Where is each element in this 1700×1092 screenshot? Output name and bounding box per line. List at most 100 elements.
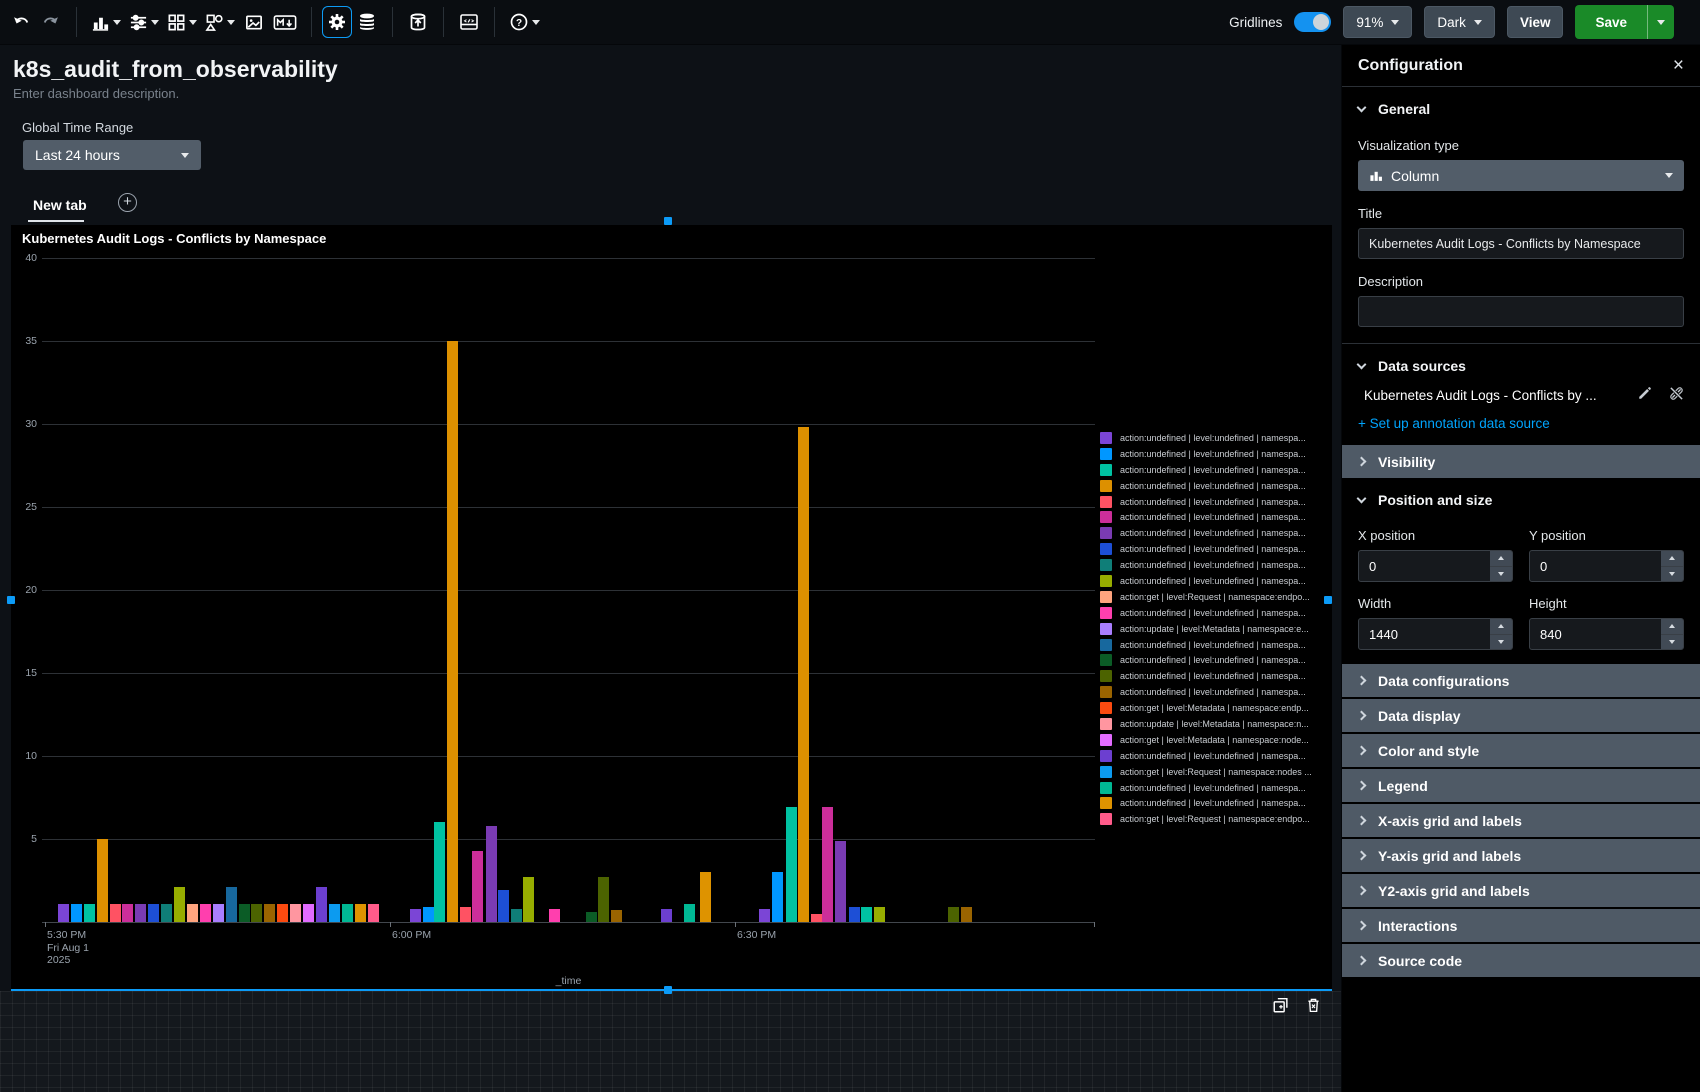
decrement-button[interactable] <box>1661 635 1683 650</box>
legend-item[interactable]: action:get | level:Request | namespace:n… <box>1100 764 1312 780</box>
selection-handle-right[interactable] <box>1324 596 1332 604</box>
bar[interactable] <box>226 887 237 922</box>
bar[interactable] <box>174 887 185 922</box>
legend-item[interactable]: action:undefined | level:undefined | nam… <box>1100 430 1312 446</box>
bar[interactable] <box>316 887 327 922</box>
add-image-icon[interactable] <box>239 6 269 38</box>
increment-button[interactable] <box>1490 619 1512 634</box>
config-section-data-sources[interactable]: Data sources <box>1342 344 1700 380</box>
bar[interactable] <box>423 907 434 922</box>
theme-select[interactable]: Dark <box>1424 6 1495 38</box>
legend-item[interactable]: action:get | level:Request | namespace:e… <box>1100 589 1312 605</box>
upload-data-icon[interactable] <box>403 6 433 38</box>
bar[interactable] <box>472 851 483 922</box>
increment-button[interactable] <box>1490 551 1512 566</box>
legend-item[interactable]: action:undefined | level:undefined | nam… <box>1100 795 1312 811</box>
time-range-dropdown[interactable]: Last 24 hours <box>23 140 201 170</box>
bar[interactable] <box>772 872 783 922</box>
undo-icon[interactable] <box>6 6 36 38</box>
bar[interactable] <box>213 904 224 922</box>
add-tab-button[interactable]: + <box>118 193 137 212</box>
save-button[interactable]: Save <box>1575 5 1674 39</box>
redo-icon[interactable] <box>36 6 66 38</box>
bar[interactable] <box>861 907 872 922</box>
config-section-general[interactable]: General <box>1342 87 1700 123</box>
bar[interactable] <box>303 904 314 922</box>
bar[interactable] <box>239 904 250 922</box>
dashboard-title[interactable]: k8s_audit_from_observability <box>13 56 338 83</box>
bar[interactable] <box>368 904 379 922</box>
bar[interactable] <box>849 907 860 922</box>
width-stepper[interactable]: 1440 <box>1358 618 1513 650</box>
bar[interactable] <box>700 872 711 922</box>
bar[interactable] <box>135 904 146 922</box>
data-source-row[interactable]: Kubernetes Audit Logs - Conflicts by ... <box>1364 386 1684 404</box>
legend-item[interactable]: action:get | level:Request | namespace:e… <box>1100 811 1312 827</box>
bar[interactable] <box>523 877 534 922</box>
legend-item[interactable]: action:undefined | level:undefined | nam… <box>1100 573 1312 589</box>
bar[interactable] <box>798 427 809 922</box>
bar[interactable] <box>290 904 301 922</box>
legend-item[interactable]: action:undefined | level:undefined | nam… <box>1100 668 1312 684</box>
bar[interactable] <box>187 904 198 922</box>
legend-item[interactable]: action:undefined | level:undefined | nam… <box>1100 557 1312 573</box>
close-icon[interactable]: × <box>1673 56 1684 75</box>
viz-type-dropdown[interactable]: Column <box>1358 160 1684 191</box>
bar[interactable] <box>200 904 211 922</box>
bar[interactable] <box>598 877 609 922</box>
add-markdown-icon[interactable] <box>269 6 301 38</box>
height-stepper[interactable]: 840 <box>1529 618 1684 650</box>
bar[interactable] <box>759 909 770 922</box>
bar[interactable] <box>498 890 509 922</box>
bar[interactable] <box>122 904 133 922</box>
bar[interactable] <box>251 904 262 922</box>
bar[interactable] <box>511 909 522 922</box>
bar[interactable] <box>460 907 471 922</box>
bar[interactable] <box>611 910 622 922</box>
x-position-stepper[interactable]: 0 <box>1358 550 1513 582</box>
config-section-data-configurations[interactable]: Data configurations <box>1342 664 1700 697</box>
setup-annotation-link[interactable]: + Set up annotation data source <box>1358 416 1684 431</box>
bar[interactable] <box>684 904 695 922</box>
gridlines-toggle[interactable] <box>1294 12 1331 32</box>
legend-item[interactable]: action:get | level:Metadata | namespace:… <box>1100 700 1312 716</box>
title-input[interactable]: Kubernetes Audit Logs - Conflicts by Nam… <box>1358 228 1684 259</box>
save-label[interactable]: Save <box>1575 5 1647 39</box>
description-input[interactable] <box>1358 296 1684 327</box>
bar[interactable] <box>486 826 497 922</box>
bar[interactable] <box>161 904 172 922</box>
selection-handle-bottom[interactable] <box>664 986 672 994</box>
bar[interactable] <box>822 807 833 922</box>
config-section-y2-axis-grid-and-labels[interactable]: Y2-axis grid and labels <box>1342 874 1700 907</box>
config-section-color-and-style[interactable]: Color and style <box>1342 734 1700 767</box>
legend-item[interactable]: action:undefined | level:undefined | nam… <box>1100 605 1312 621</box>
bar[interactable] <box>811 914 822 922</box>
delete-panel-icon[interactable] <box>1305 996 1322 1019</box>
bar[interactable] <box>329 904 340 922</box>
bar[interactable] <box>447 341 458 922</box>
legend-item[interactable]: action:update | level:Metadata | namespa… <box>1100 621 1312 637</box>
increment-button[interactable] <box>1661 619 1683 634</box>
legend-item[interactable]: action:undefined | level:undefined | nam… <box>1100 462 1312 478</box>
legend-item[interactable]: action:undefined | level:undefined | nam… <box>1100 652 1312 668</box>
canvas-grid[interactable] <box>0 991 1341 1092</box>
legend-item[interactable]: action:undefined | level:undefined | nam… <box>1100 446 1312 462</box>
bar[interactable] <box>786 807 797 922</box>
legend-item[interactable]: action:update | level:Metadata | namespa… <box>1100 716 1312 732</box>
dashboard-description-placeholder[interactable]: Enter dashboard description. <box>13 86 179 101</box>
data-sources-icon[interactable] <box>352 6 382 38</box>
legend-item[interactable]: action:get | level:Metadata | namespace:… <box>1100 732 1312 748</box>
unlink-data-source-icon[interactable] <box>1669 386 1684 404</box>
duplicate-panel-icon[interactable] <box>1272 996 1290 1019</box>
add-input-icon[interactable] <box>125 6 163 38</box>
legend-item[interactable]: action:undefined | level:undefined | nam… <box>1100 748 1312 764</box>
config-section-x-axis-grid-and-labels[interactable]: X-axis grid and labels <box>1342 804 1700 837</box>
legend-item[interactable]: action:undefined | level:undefined | nam… <box>1100 525 1312 541</box>
selection-handle-left[interactable] <box>7 596 15 604</box>
bar[interactable] <box>434 822 445 922</box>
tab-new-tab[interactable]: New tab <box>33 197 87 213</box>
bar[interactable] <box>342 904 353 922</box>
legend-item[interactable]: action:undefined | level:undefined | nam… <box>1100 684 1312 700</box>
decrement-button[interactable] <box>1661 567 1683 582</box>
bar[interactable] <box>110 904 121 922</box>
